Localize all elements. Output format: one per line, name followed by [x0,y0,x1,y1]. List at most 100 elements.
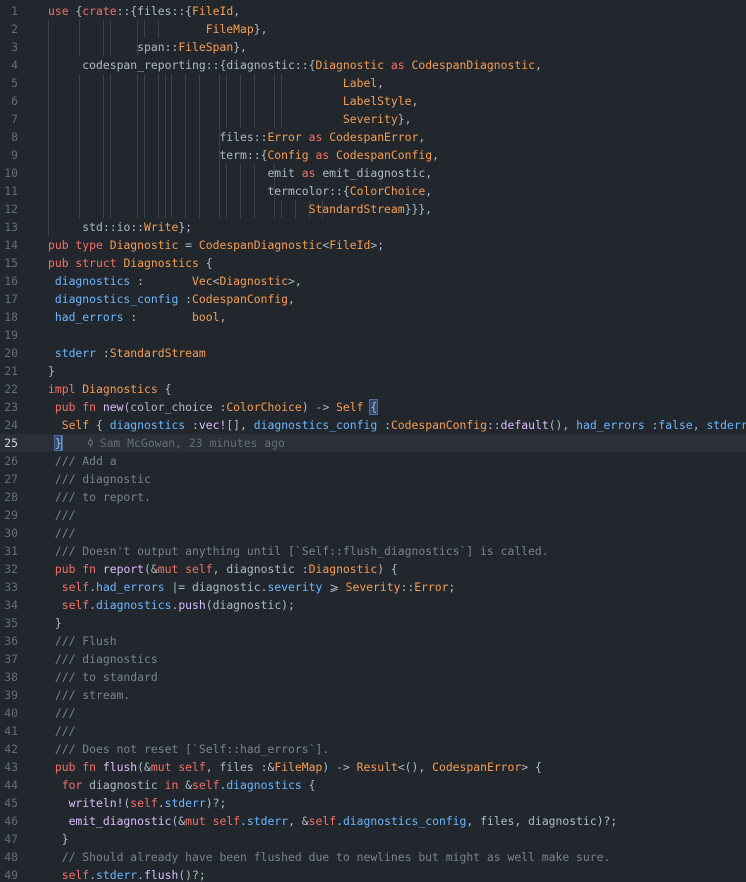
code-line[interactable]: 47 } [0,830,746,848]
code-text[interactable]: /// diagnostic [48,470,151,488]
code-text[interactable]: /// to standard [48,668,158,686]
code-line[interactable]: 41 /// [0,722,746,740]
code-line[interactable]: 44 for diagnostic in &self.diagnostics { [0,776,746,794]
code-line[interactable]: 23 pub fn new(color_choice :ColorChoice)… [0,398,746,416]
code-text[interactable]: FileMap}, [48,20,268,38]
code-text[interactable]: codespan_reporting::{diagnostic::{Diagno… [48,56,542,74]
code-line[interactable]: 35 } [0,614,746,632]
code-line[interactable]: 3 span::FileSpan}, [0,38,746,56]
git-blame-annotation[interactable]: Sam McGowan, 23 minutes ago [85,436,285,450]
code-line[interactable]: 29 /// [0,506,746,524]
code-line[interactable]: 18 had_errors : bool, [0,308,746,326]
code-text[interactable]: termcolor::{ColorChoice, [48,182,432,200]
code-text[interactable]: /// Doesn't output anything until [`Self… [48,542,549,560]
code-text[interactable]: /// Add a [48,452,117,470]
code-line[interactable]: 17 diagnostics_config :CodespanConfig, [0,290,746,308]
code-line[interactable]: 16 diagnostics : Vec<Diagnostic>, [0,272,746,290]
code-line[interactable]: 12 StandardStream}}}, [0,200,746,218]
code-line[interactable]: 15 pub struct Diagnostics { [0,254,746,272]
code-line[interactable]: 42 /// Does not reset [`Self::had_errors… [0,740,746,758]
code-text[interactable]: /// to report. [48,488,151,506]
code-text[interactable]: Label, [48,74,384,92]
code-text[interactable]: emit_diagnostic(&mut self.stderr, &self.… [48,812,618,830]
code-line[interactable]: 8 files::Error as CodespanError, [0,128,746,146]
code-line[interactable]: 45 writeln!(self.stderr)?; [0,794,746,812]
code-text[interactable]: impl Diagnostics { [48,380,171,398]
code-text[interactable]: // Should already have been flushed due … [48,848,611,866]
code-text[interactable]: /// [48,704,76,722]
code-line[interactable]: 40 /// [0,704,746,722]
code-text[interactable]: had_errors : bool, [48,308,226,326]
code-text[interactable]: /// diagnostics [48,650,158,668]
code-line[interactable]: 33 self.had_errors |= diagnostic.severit… [0,578,746,596]
code-line[interactable]: 43 pub fn flush(&mut self, files :&FileM… [0,758,746,776]
code-text[interactable]: self.stderr.flush()?; [48,866,206,882]
code-line[interactable]: 24 Self { diagnostics :vec![], diagnosti… [0,416,746,434]
code-line[interactable]: 10 emit as emit_diagnostic, [0,164,746,182]
code-line[interactable]: 48 // Should already have been flushed d… [0,848,746,866]
code-line[interactable]: 13 std::io::Write}; [0,218,746,236]
code-line[interactable]: 9 term::{Config as CodespanConfig, [0,146,746,164]
code-line[interactable]: 26 /// Add a [0,452,746,470]
code-text[interactable]: files::Error as CodespanError, [48,128,425,146]
code-line[interactable]: 25 } Sam McGowan, 23 minutes ago [0,434,746,452]
code-line[interactable]: 5 Label, [0,74,746,92]
code-text[interactable]: writeln!(self.stderr)?; [48,794,227,812]
code-line[interactable]: 37 /// diagnostics [0,650,746,668]
code-text[interactable]: std::io::Write}; [48,218,192,236]
code-text[interactable]: Severity}, [48,110,412,128]
code-text[interactable]: StandardStream}}}, [48,200,432,218]
code-text[interactable]: for diagnostic in &self.diagnostics { [48,776,316,794]
code-text[interactable]: emit as emit_diagnostic, [48,164,432,182]
code-line[interactable]: 27 /// diagnostic [0,470,746,488]
code-line[interactable]: 46 emit_diagnostic(&mut self.stderr, &se… [0,812,746,830]
code-text[interactable]: pub fn new(color_choice :ColorChoice) ->… [48,398,379,416]
code-text[interactable]: pub struct Diagnostics { [48,254,213,272]
code-line[interactable]: 38 /// to standard [0,668,746,686]
code-line[interactable]: 4 codespan_reporting::{diagnostic::{Diag… [0,56,746,74]
code-line[interactable]: 30 /// [0,524,746,542]
code-line[interactable]: 31 /// Doesn't output anything until [`S… [0,542,746,560]
code-text[interactable]: term::{Config as CodespanConfig, [48,146,438,164]
code-line[interactable]: 21} [0,362,746,380]
code-line[interactable]: 19 [0,326,746,344]
code-line[interactable]: 34 self.diagnostics.push(diagnostic); [0,596,746,614]
code-text[interactable]: LabelStyle, [48,92,418,110]
code-line[interactable]: 39 /// stream. [0,686,746,704]
code-text[interactable]: /// [48,506,76,524]
code-text[interactable]: pub fn flush(&mut self, files :&FileMap)… [48,758,542,776]
code-line[interactable]: 14 pub type Diagnostic = CodespanDiagnost… [0,236,746,254]
code-line[interactable]: 11 termcolor::{ColorChoice, [0,182,746,200]
code-text[interactable]: /// [48,524,76,542]
line-number: 31 [4,544,18,558]
code-text[interactable]: diagnostics : Vec<Diagnostic>, [48,272,302,290]
code-line[interactable]: 32 pub fn report(&mut self, diagnostic :… [0,560,746,578]
code-line[interactable]: 28 /// to report. [0,488,746,506]
code-text[interactable]: Self { diagnostics :vec![], diagnostics_… [48,416,746,434]
code-text[interactable]: stderr :StandardStream [48,344,206,362]
code-text[interactable]: self.diagnostics.push(diagnostic); [48,596,295,614]
code-line[interactable]: 20 stderr :StandardStream [0,344,746,362]
code-text[interactable]: } Sam McGowan, 23 minutes ago [48,434,285,452]
code-text[interactable]: use {crate::{files::{FileId, [48,2,240,20]
code-text[interactable]: /// Does not reset [`Self::had_errors`]. [48,740,329,758]
code-text[interactable]: } [48,362,55,380]
code-line[interactable]: 1 use {crate::{files::{FileId, [0,2,746,20]
code-text[interactable]: span::FileSpan}, [48,38,247,56]
code-text[interactable]: } [48,614,62,632]
code-line[interactable]: 6 LabelStyle, [0,92,746,110]
code-line[interactable]: 36 /// Flush [0,632,746,650]
code-text[interactable]: } [48,830,69,848]
code-text[interactable]: diagnostics_config :CodespanConfig, [48,290,295,308]
code-text[interactable]: pub type Diagnostic = CodespanDiagnostic… [48,236,384,254]
code-text[interactable]: self.had_errors |= diagnostic.severity ⩾… [48,578,456,596]
code-text[interactable]: /// stream. [48,686,130,704]
code-line[interactable]: 2 FileMap}, [0,20,746,38]
code-editor[interactable]: 1 use {crate::{files::{FileId, 2 FileMap},… [0,0,746,882]
code-line[interactable]: 49 self.stderr.flush()?; [0,866,746,882]
code-line[interactable]: 22 impl Diagnostics { [0,380,746,398]
code-line[interactable]: 7 Severity}, [0,110,746,128]
code-text[interactable]: /// [48,722,76,740]
code-text[interactable]: pub fn report(&mut self, diagnostic :Dia… [48,560,398,578]
code-text[interactable]: /// Flush [48,632,117,650]
